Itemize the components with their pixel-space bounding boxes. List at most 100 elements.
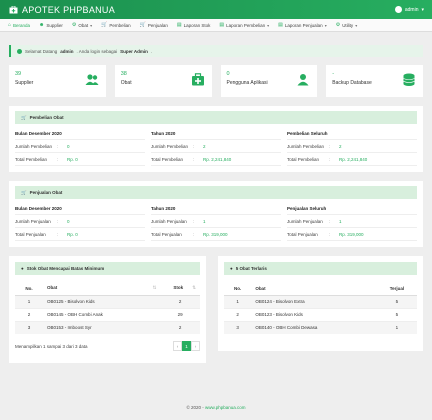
row-value: 1 xyxy=(339,218,342,224)
nav-item-utility[interactable]: ⚙ Utility ▾ xyxy=(336,22,358,28)
col-tahun: Tahun 2020 Jumlah Pembelian: 2 Total Pemb… xyxy=(151,131,281,166)
info-icon: ● xyxy=(21,266,24,271)
cell-obat: OB0124 - Bisolvon Extra xyxy=(251,294,377,308)
chevron-down-icon: ▾ xyxy=(90,22,93,28)
row-value: Rp. 0 xyxy=(67,156,78,162)
row-label: Jumlah Penjualan xyxy=(15,218,51,224)
chevron-down-icon: ▾ xyxy=(421,6,424,13)
table-row: 2 OB0145 - OBH Combi Anak 29 xyxy=(15,307,200,321)
col-header-no: No. xyxy=(224,282,252,296)
row-label: Total Penjualan xyxy=(15,231,46,237)
nav-item-obat[interactable]: ⚙ Obat ▾ xyxy=(72,22,92,28)
welcome-alert: Selamat Datang admin . Anda login sebaga… xyxy=(9,45,423,57)
row-value: 0 xyxy=(67,143,70,149)
medkit-icon xyxy=(9,5,18,13)
footer-link[interactable]: www.phpbanua.com xyxy=(205,405,246,410)
nav-item-pembelian[interactable]: 🛒 Pembelian xyxy=(101,22,131,28)
table-info: Menampilkan 1 sampai 3 dari 3 data xyxy=(15,343,88,349)
col-header-stok[interactable]: Stok ⇅ xyxy=(160,282,200,296)
col-header-terjual: Terjual xyxy=(376,282,417,296)
row-jumlah: Jumlah Pembelian: 0 xyxy=(15,140,145,153)
nav-item-laporan-penjualan[interactable]: ▤ Laporan Penjualan ▾ xyxy=(278,22,327,28)
stat-card-supplier[interactable]: 39 Supplier xyxy=(9,65,106,97)
row-colon: : xyxy=(57,218,59,224)
nav-item-penjualan[interactable]: 🛒 Penjualan xyxy=(140,22,168,28)
pager-prev-button[interactable]: ‹ xyxy=(173,341,182,351)
brand[interactable]: APOTEK PHPBANUA xyxy=(9,5,115,15)
panel-title: Pembelian Obat xyxy=(29,115,64,120)
users-icon xyxy=(85,74,99,85)
row-label: Total Pembelian xyxy=(287,156,320,162)
col-heading: Pembelian Seluruh xyxy=(287,131,417,140)
nav-item-beranda[interactable]: ⌂ Beranda xyxy=(8,22,30,28)
nav-label: Beranda xyxy=(13,22,31,28)
table-row: 2 OB0123 - Bisolvon Kids 5 xyxy=(224,307,417,321)
cell-terjual: 1 xyxy=(376,320,417,334)
nav-label: Laporan Penjualan xyxy=(284,22,323,28)
row-label: Jumlah Pembelian xyxy=(287,143,325,149)
nav-item-supplier[interactable]: ☻ Supplier xyxy=(39,22,63,28)
nav-item-laporan-stok[interactable]: ▤ Laporan Stok xyxy=(177,22,211,28)
cell-no: 2 xyxy=(15,307,44,321)
row-colon: : xyxy=(57,143,59,149)
cell-stok: 2 xyxy=(160,320,200,334)
row-value: 2 xyxy=(339,143,342,149)
medkit-icon xyxy=(191,73,204,86)
main-nav: ⌂ Beranda ☻ Supplier ⚙ Obat ▾ 🛒 Pembelian 🛒 Pe… xyxy=(0,19,432,32)
terlaris-table: No. Obat Terjual 1 OB0124 - Bisolvon Ext… xyxy=(224,282,417,334)
user-icon xyxy=(297,74,309,86)
col-bulan: Bulan Desember 2020 Jumlah Pembelian: 0 T… xyxy=(15,131,145,166)
col-seluruh: Pembelian Seluruh Jumlah Pembelian: 2 Tot… xyxy=(287,131,417,166)
nav-label: Utility xyxy=(342,22,354,28)
page-footer: © 2020 - www.phpbanua.com xyxy=(0,405,432,410)
col-tahun: Tahun 2020 Jumlah Penjualan: 1 Total Penj… xyxy=(151,206,281,241)
row-jumlah: Jumlah Pembelian: 2 xyxy=(151,140,281,153)
stat-card-obat[interactable]: 38 Obat xyxy=(114,65,212,97)
pager-page-button[interactable]: 1 xyxy=(182,341,191,351)
col-header-no[interactable]: No. xyxy=(15,282,44,296)
row-colon: : xyxy=(57,156,59,162)
pagination: ‹ 1 › xyxy=(173,341,200,351)
row-value: Rp. 2,241,840 xyxy=(339,156,368,162)
col-header-label: Obat xyxy=(47,285,58,291)
info-icon xyxy=(17,48,22,54)
alert-user: admin xyxy=(60,48,74,54)
nav-item-laporan-pembelian[interactable]: ▤ Laporan Pembelian ▾ xyxy=(219,22,269,28)
row-label: Jumlah Pembelian xyxy=(151,143,189,149)
cell-no: 3 xyxy=(224,320,252,334)
stat-card-backup[interactable]: - Backup Database xyxy=(326,65,423,97)
sort-icon: ⇅ xyxy=(192,285,196,291)
row-value: 1 xyxy=(203,218,206,224)
row-value: Rp. 319,000 xyxy=(339,231,364,237)
panel-pembelian: 🛒 Pembelian Obat Bulan Desember 2020 Jum… xyxy=(9,106,423,172)
row-total: Total Penjualan: Rp. 319,000 xyxy=(287,228,417,241)
alert-prefix: Selamat Datang xyxy=(25,48,58,54)
users-icon: ☻ xyxy=(39,22,45,28)
row-jumlah: Jumlah Penjualan: 1 xyxy=(287,215,417,228)
table-row: 3 OB0140 - OBH Combi Dewasa 1 xyxy=(224,320,417,334)
row-jumlah: Jumlah Pembelian: 2 xyxy=(287,140,417,153)
row-value: Rp. 0 xyxy=(67,231,78,237)
cart-icon: 🛒 xyxy=(101,22,108,28)
cell-terjual: 5 xyxy=(376,307,417,321)
cart-icon: 🛒 xyxy=(139,22,146,28)
top-bar: APOTEK PHPBANUA admin ▾ xyxy=(0,0,432,19)
table-row: 1 OB0124 - Bisolvon Extra 5 xyxy=(224,294,417,308)
row-label: Total Pembelian xyxy=(151,156,184,162)
row-value: Rp. 319,000 xyxy=(203,231,228,237)
row-label: Total Penjualan xyxy=(151,231,182,237)
cell-no: 1 xyxy=(15,294,44,308)
stat-cards: 39 Supplier 38 Obat 0 Pengguna Aplikasi … xyxy=(9,65,423,97)
cell-obat: OB0153 - Imboost Syr xyxy=(43,320,161,334)
table-row: 1 OB0125 - Bisolvon Kids 2 xyxy=(15,294,200,308)
stat-card-pengguna[interactable]: 0 Pengguna Aplikasi xyxy=(220,65,318,97)
cell-terjual: 5 xyxy=(376,294,417,308)
user-menu[interactable]: admin ▾ xyxy=(394,6,424,13)
pager-next-button[interactable]: › xyxy=(191,341,200,351)
panel-title: 5 Obat Terlaris xyxy=(235,266,267,271)
col-header-obat[interactable]: Obat ⇅ xyxy=(43,282,161,296)
cell-obat: OB0125 - Bisolvon Kids xyxy=(43,294,161,308)
row-colon: : xyxy=(193,143,195,149)
footer-text: © 2020 - xyxy=(186,405,204,410)
panel-title: Stok Obat Mencapai Batas Minimum xyxy=(26,266,105,271)
